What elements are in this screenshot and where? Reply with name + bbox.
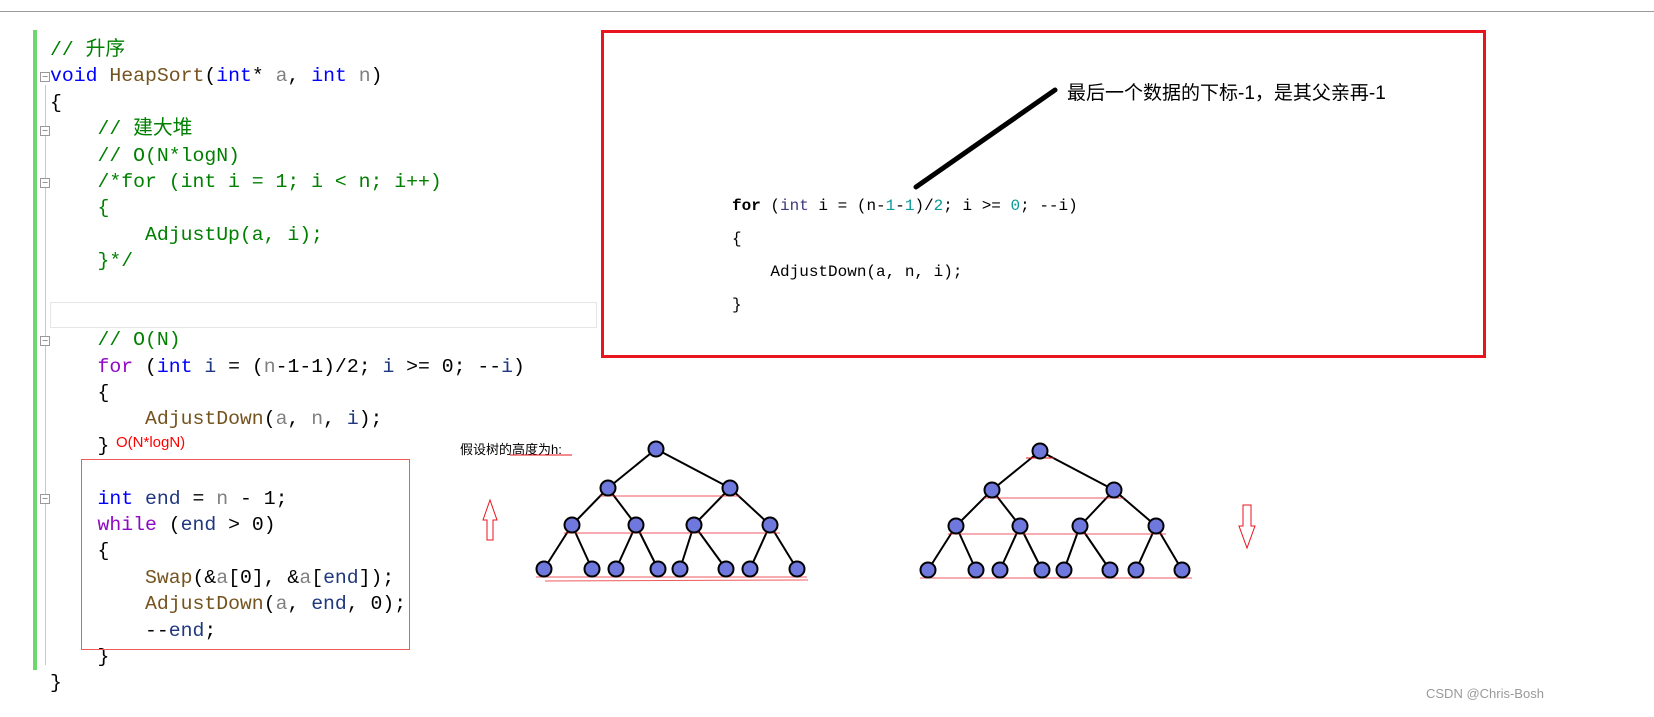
tree-node [1173, 561, 1191, 579]
tree-node [1101, 561, 1119, 579]
tree-node [1147, 517, 1165, 535]
tree-node [721, 479, 739, 497]
tree-node [1033, 561, 1051, 579]
tree-node [1011, 517, 1029, 535]
arrow-up-icon [482, 498, 498, 541]
tree-node [1071, 517, 1089, 535]
tree-node [983, 481, 1001, 499]
tree-edge [607, 448, 657, 489]
tree-node [535, 560, 553, 578]
pointer-line [913, 87, 1058, 190]
arrow-down-icon [1238, 504, 1256, 550]
tree-node [1055, 561, 1073, 579]
tree-node [599, 479, 617, 497]
tree-node [583, 560, 601, 578]
tree-node [1105, 481, 1123, 499]
tree-node [647, 440, 665, 458]
tree-node [607, 560, 625, 578]
tree-node [947, 517, 965, 535]
tree-edge [991, 450, 1041, 491]
level-line [544, 579, 809, 582]
tree-node [685, 516, 703, 534]
tree-node [627, 516, 645, 534]
tree-node [1127, 561, 1145, 579]
tree-node [967, 561, 985, 579]
tree-node [919, 561, 937, 579]
tree-node [649, 560, 667, 578]
tree-node [563, 516, 581, 534]
tree-node [671, 560, 689, 578]
tree-edge [655, 448, 731, 489]
tree-node [788, 560, 806, 578]
tree-edge [1039, 450, 1115, 491]
tree-node [761, 516, 779, 534]
heap-tree-diagrams [482, 87, 1256, 582]
tree-node [741, 560, 759, 578]
tree-node [717, 560, 735, 578]
tree-node [991, 561, 1009, 579]
tree-node [1031, 442, 1049, 460]
